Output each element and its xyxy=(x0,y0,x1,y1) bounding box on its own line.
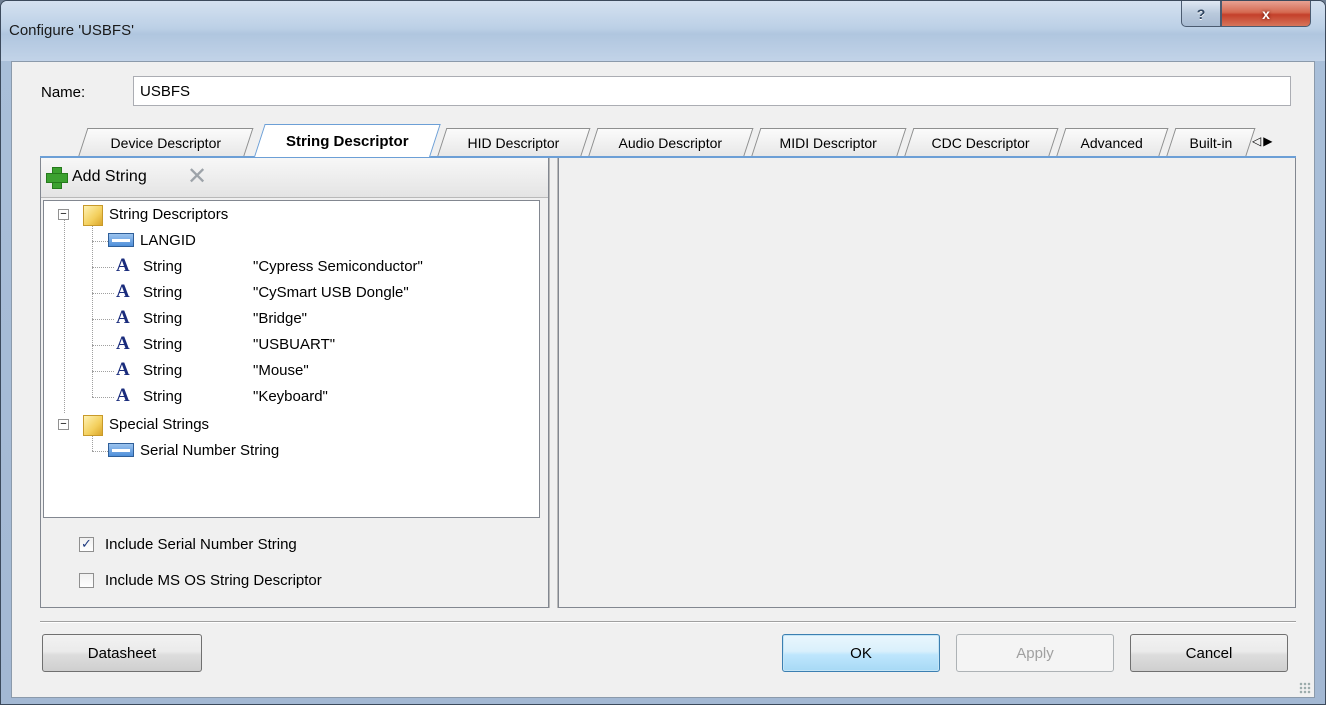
descriptor-tree[interactable]: − String Descriptors LANGID A String "Cy… xyxy=(43,200,540,518)
tree-toolbar: Add String ✕ xyxy=(41,158,548,198)
ok-button[interactable]: OK xyxy=(782,634,940,672)
tree-item-string[interactable]: A String "Keyboard" xyxy=(116,385,328,407)
tree-item-type: String xyxy=(143,283,183,301)
tree-item-string[interactable]: A String "CySmart USB Dongle" xyxy=(116,281,409,303)
footer-divider xyxy=(40,621,1296,623)
apply-button[interactable]: Apply xyxy=(956,634,1114,672)
folder-icon xyxy=(81,202,103,226)
include-serial-number-checkbox[interactable]: ✓ xyxy=(79,536,94,552)
collapse-icon[interactable]: − xyxy=(58,208,69,220)
tree-item-string[interactable]: A String "Mouse" xyxy=(116,359,309,381)
resize-grip-icon[interactable] xyxy=(1299,682,1311,694)
chevron-right-icon[interactable]: ▶ xyxy=(1263,134,1274,148)
add-string-label: Add String xyxy=(72,168,147,185)
tab-audio-descriptor[interactable]: Audio Descriptor xyxy=(588,128,754,157)
langid-icon xyxy=(108,443,134,457)
langid-icon xyxy=(108,233,134,247)
tree-item-type: Serial Number String xyxy=(140,441,280,459)
tree-item-langid[interactable]: LANGID xyxy=(108,229,196,251)
delete-x-icon[interactable]: ✕ xyxy=(186,165,208,189)
tree-item-value: "CySmart USB Dongle" xyxy=(253,283,409,301)
title-bar[interactable]: Configure 'USBFS' ? x xyxy=(1,1,1325,61)
collapse-icon[interactable]: − xyxy=(58,418,69,430)
cancel-button[interactable]: Cancel xyxy=(1130,634,1288,672)
checkbox-label: Include Serial Number String xyxy=(105,535,297,553)
tree-connector xyxy=(92,267,114,268)
tree-connector xyxy=(92,345,114,346)
string-icon: A xyxy=(116,307,130,328)
tree-group-label: String Descriptors xyxy=(109,205,229,223)
tree-item-type: String xyxy=(143,335,183,353)
tree-connector xyxy=(92,319,114,320)
tree-item-value: "Cypress Semiconductor" xyxy=(253,257,423,275)
include-ms-os-checkbox[interactable] xyxy=(79,572,94,588)
tree-item-type: String xyxy=(143,361,183,379)
string-icon: A xyxy=(116,255,130,276)
tree-item-string[interactable]: A String "USBUART" xyxy=(116,333,335,355)
include-serial-number-option[interactable]: ✓ Include Serial Number String xyxy=(79,526,322,562)
tree-item-type: String xyxy=(143,387,183,405)
tab-midi-descriptor[interactable]: MIDI Descriptor xyxy=(751,128,907,157)
checkbox-label: Include MS OS String Descriptor xyxy=(105,571,322,589)
folder-icon xyxy=(81,412,103,436)
tab-hid-descriptor[interactable]: HID Descriptor xyxy=(437,128,591,157)
tab-built-in[interactable]: Built-in xyxy=(1166,128,1256,157)
tree-group-special-strings[interactable]: − Special Strings xyxy=(58,412,210,436)
string-tree-panel: Add String ✕ − String Descriptors LANGID… xyxy=(40,158,549,608)
tree-connector xyxy=(92,293,114,294)
name-input[interactable] xyxy=(133,76,1291,106)
help-button[interactable]: ? xyxy=(1181,1,1221,27)
panel-splitter[interactable] xyxy=(549,158,558,608)
tree-connector xyxy=(92,371,114,372)
tree-item-type: String xyxy=(143,257,183,275)
datasheet-button[interactable]: Datasheet xyxy=(42,634,202,672)
window-title: Configure 'USBFS' xyxy=(9,22,134,39)
add-string-button[interactable]: Add String xyxy=(45,166,147,189)
tree-group-string-descriptors[interactable]: − String Descriptors xyxy=(58,202,229,226)
close-button[interactable]: x xyxy=(1221,1,1311,27)
string-icon: A xyxy=(116,359,130,380)
tree-connector xyxy=(64,217,65,413)
string-icon: A xyxy=(116,333,130,354)
tree-item-string[interactable]: A String "Cypress Semiconductor" xyxy=(116,255,423,277)
name-label: Name: xyxy=(41,84,86,101)
string-icon: A xyxy=(116,281,130,302)
tab-device-descriptor[interactable]: Device Descriptor xyxy=(78,128,254,157)
tab-advanced[interactable]: Advanced xyxy=(1056,128,1169,157)
tree-item-type: String xyxy=(143,309,183,327)
tree-connector xyxy=(92,397,114,398)
tree-item-value: "Keyboard" xyxy=(253,387,328,405)
string-icon: A xyxy=(116,385,130,406)
configure-dialog: Configure 'USBFS' ? x Name: Device Descr… xyxy=(0,0,1326,705)
tab-cdc-descriptor[interactable]: CDC Descriptor xyxy=(904,128,1059,157)
tab-string-descriptor[interactable]: String Descriptor xyxy=(254,124,441,157)
tree-item-type: LANGID xyxy=(140,231,196,249)
tree-item-value: "Bridge" xyxy=(253,309,308,327)
tab-strip: Device Descriptor String Descriptor HID … xyxy=(40,124,1296,157)
include-ms-os-option[interactable]: Include MS OS String Descriptor xyxy=(79,562,322,598)
options-group: ✓ Include Serial Number String Include M… xyxy=(79,526,322,598)
chevron-left-icon[interactable]: ◁ xyxy=(1252,134,1263,148)
tree-item-value: "USBUART" xyxy=(253,335,336,353)
tree-item-serial-number-string[interactable]: Serial Number String xyxy=(108,439,279,461)
tree-item-string[interactable]: A String "Bridge" xyxy=(116,307,307,329)
properties-panel xyxy=(558,158,1296,608)
plus-icon xyxy=(45,166,68,189)
tree-connector xyxy=(92,241,108,242)
tab-scroll-arrows[interactable]: ◁▶ xyxy=(1252,134,1274,148)
tree-group-label: Special Strings xyxy=(109,415,210,433)
tree-item-value: "Mouse" xyxy=(253,361,309,379)
dialog-client-area: Name: Device Descriptor String Descripto… xyxy=(11,61,1315,698)
tree-connector xyxy=(92,451,108,452)
